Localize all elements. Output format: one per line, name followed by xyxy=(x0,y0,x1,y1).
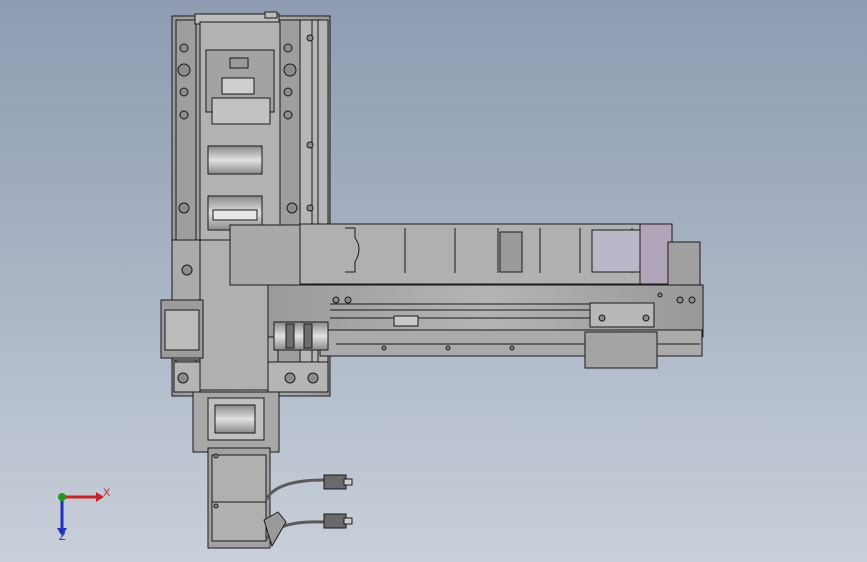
horizontal-axis-module[interactable] xyxy=(229,223,704,369)
linear-module-model[interactable] xyxy=(0,0,867,562)
cad-viewport[interactable]: X Z xyxy=(0,0,867,562)
z-axis-label: Z xyxy=(59,531,66,543)
motor-assembly[interactable] xyxy=(192,391,353,549)
x-axis-label: X xyxy=(103,487,111,499)
